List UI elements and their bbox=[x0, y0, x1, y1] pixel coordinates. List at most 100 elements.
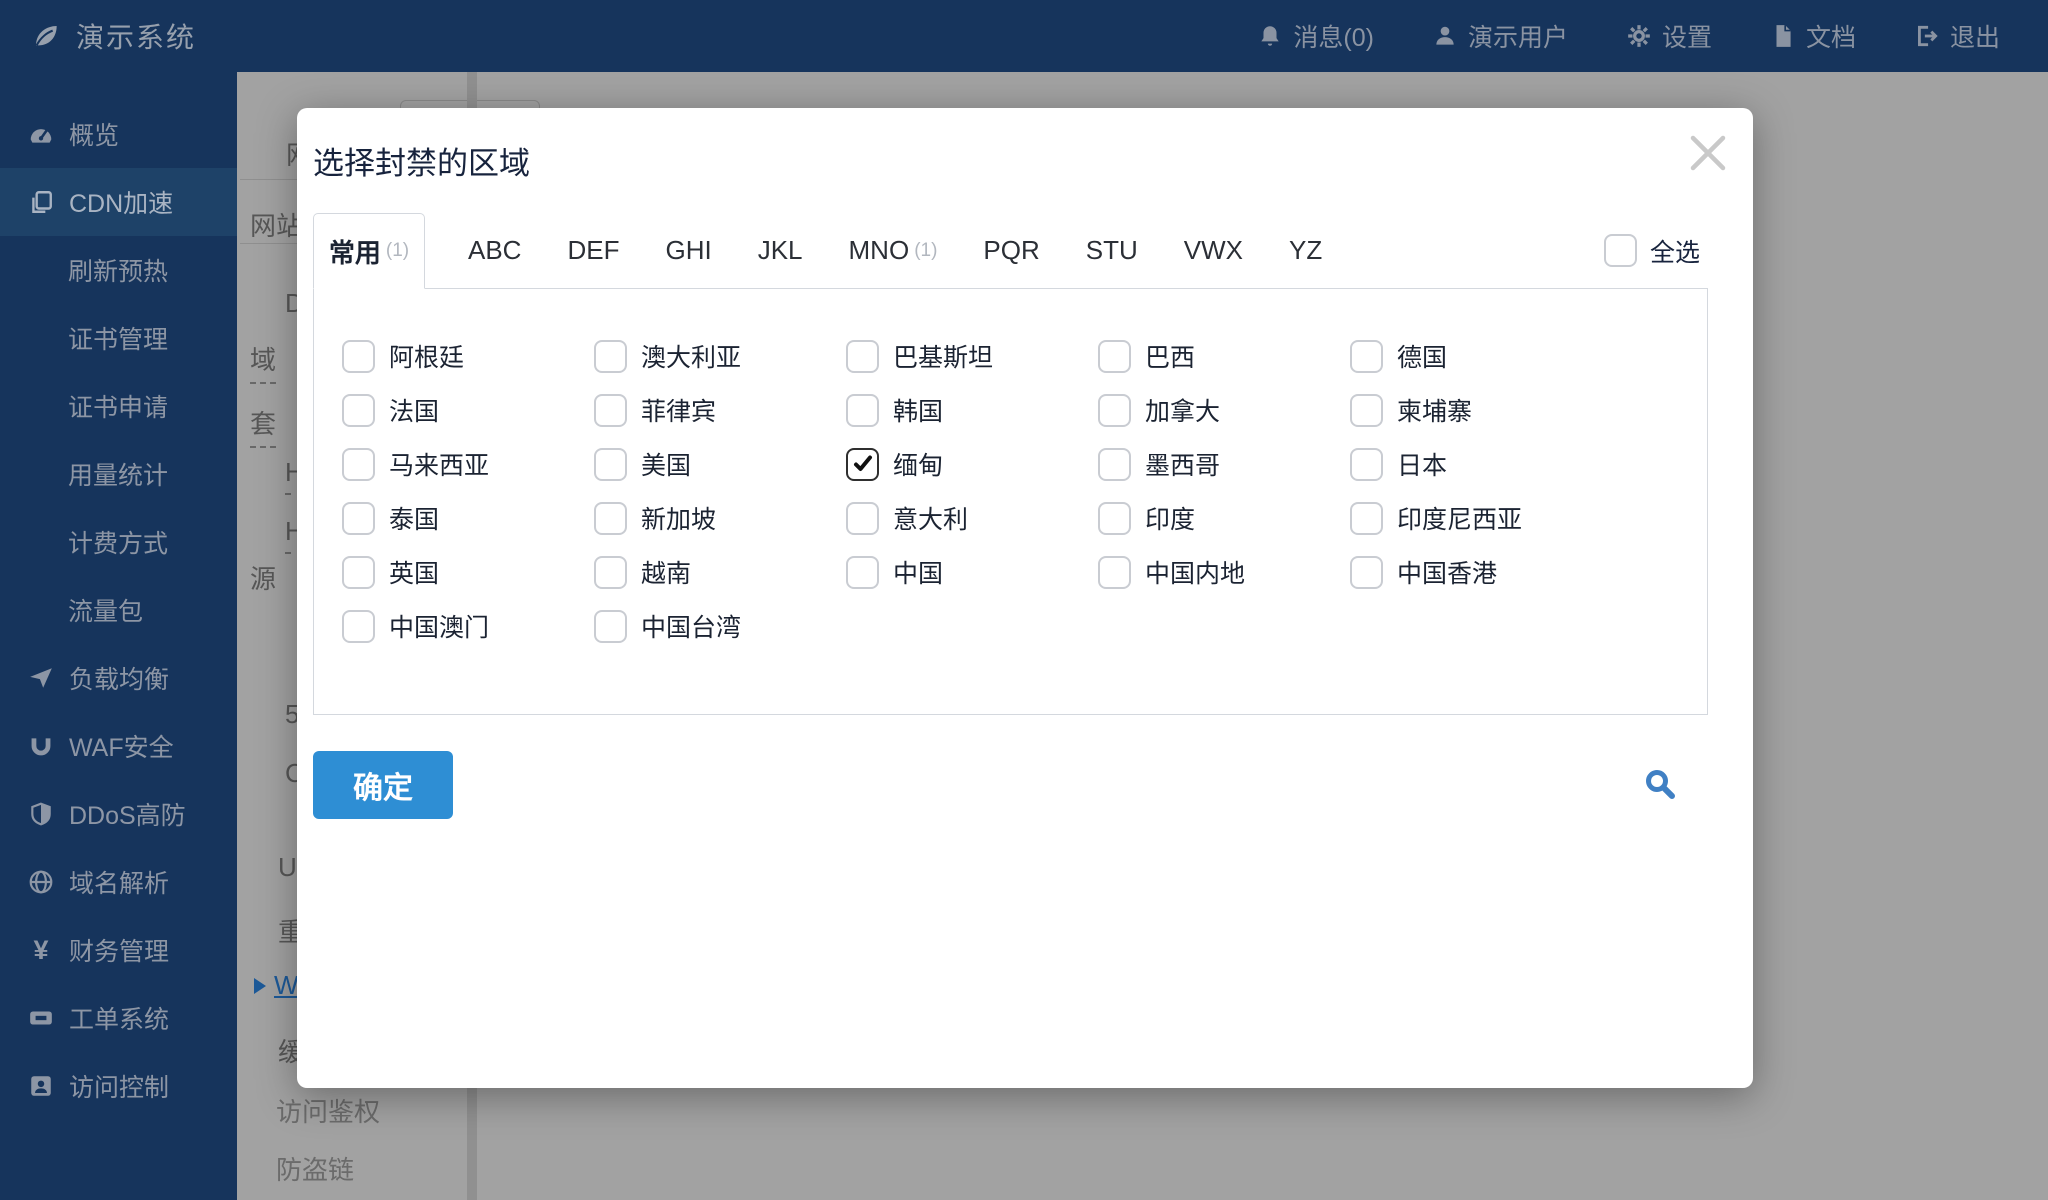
sidebar-item-traffic-package[interactable]: 流量包 bbox=[0, 576, 237, 644]
sidebar-item-overview[interactable]: 概览 bbox=[0, 100, 237, 168]
sidebar-item-billing-method[interactable]: 计费方式 bbox=[0, 508, 237, 576]
region-label: 巴基斯坦 bbox=[893, 338, 993, 374]
tab-abc[interactable]: ABC bbox=[445, 213, 544, 288]
region-label: 日本 bbox=[1397, 446, 1447, 482]
sidebar-item-label: WAF安全 bbox=[69, 728, 174, 764]
region-checkbox-uk[interactable]: 英国 bbox=[342, 554, 594, 590]
checkbox-icon bbox=[594, 556, 627, 589]
sidebar-item-label: DDoS高防 bbox=[69, 796, 186, 832]
tab-label: ABC bbox=[468, 235, 521, 266]
region-label: 澳大利亚 bbox=[641, 338, 741, 374]
region-checkbox-japan[interactable]: 日本 bbox=[1350, 446, 1602, 482]
sidebar-item-label: 域名解析 bbox=[69, 864, 169, 900]
sidebar-item-label: 计费方式 bbox=[68, 524, 168, 560]
region-label: 阿根廷 bbox=[389, 338, 464, 374]
plane-icon bbox=[28, 665, 54, 691]
region-checkbox-canada[interactable]: 加拿大 bbox=[1098, 392, 1350, 428]
brand-label: 演示系统 bbox=[76, 16, 196, 56]
region-label: 法国 bbox=[389, 392, 439, 428]
search-icon[interactable] bbox=[1642, 766, 1680, 804]
region-checkbox-germany[interactable]: 德国 bbox=[1350, 338, 1602, 374]
region-label: 印度尼西亚 bbox=[1397, 500, 1522, 536]
region-checkbox-myanmar[interactable]: 缅甸 bbox=[846, 446, 1098, 482]
close-icon[interactable] bbox=[1683, 128, 1733, 178]
region-checkbox-indonesia[interactable]: 印度尼西亚 bbox=[1350, 500, 1602, 536]
tab-common[interactable]: 常用(1) bbox=[313, 213, 425, 289]
nav-item-user[interactable]: 演示用户 bbox=[1432, 18, 1568, 54]
confirm-button[interactable]: 确定 bbox=[313, 751, 453, 819]
tab-stu[interactable]: STU bbox=[1063, 213, 1161, 288]
sidebar-item-dns-resolution[interactable]: 域名解析 bbox=[0, 848, 237, 916]
nav-item-logout[interactable]: 退出 bbox=[1914, 18, 2000, 54]
tab-label: DEF bbox=[567, 235, 619, 266]
checkbox-icon bbox=[846, 502, 879, 535]
shield-icon bbox=[28, 801, 54, 827]
sidebar-item-load-balancing[interactable]: 负载均衡 bbox=[0, 644, 237, 712]
region-checkbox-macau[interactable]: 中国澳门 bbox=[342, 608, 594, 644]
region-checkbox-india[interactable]: 印度 bbox=[1098, 500, 1350, 536]
region-checkbox-mexico[interactable]: 墨西哥 bbox=[1098, 446, 1350, 482]
region-checkbox-vietnam[interactable]: 越南 bbox=[594, 554, 846, 590]
sidebar-item-cert-apply[interactable]: 证书申请 bbox=[0, 372, 237, 440]
region-checkbox-thailand[interactable]: 泰国 bbox=[342, 500, 594, 536]
globe-icon bbox=[28, 869, 54, 895]
region-label: 英国 bbox=[389, 554, 439, 590]
checked-checkbox-icon bbox=[846, 448, 879, 481]
region-checkbox-taiwan[interactable]: 中国台湾 bbox=[594, 608, 846, 644]
region-tabs: 常用(1) ABC DEF GHIJKLMNO(1)PQR STU VWX YZ 全选 bbox=[313, 213, 1708, 288]
checkbox-icon bbox=[1604, 234, 1637, 267]
gear-icon bbox=[1626, 23, 1652, 49]
region-checkbox-china-mainland[interactable]: 中国内地 bbox=[1098, 554, 1350, 590]
tab-ghi[interactable]: GHI bbox=[642, 213, 734, 288]
region-checkbox-singapore[interactable]: 新加坡 bbox=[594, 500, 846, 536]
region-label: 中国内地 bbox=[1145, 554, 1245, 590]
checkbox-icon bbox=[1350, 448, 1383, 481]
region-checkbox-malaysia[interactable]: 马来西亚 bbox=[342, 446, 594, 482]
sidebar-item-waf-security[interactable]: WAF安全 bbox=[0, 712, 237, 780]
tab-vwx[interactable]: VWX bbox=[1161, 213, 1266, 288]
sidebar-item-refresh-preheat[interactable]: 刷新预热 bbox=[0, 236, 237, 304]
region-checkbox-philippines[interactable]: 菲律宾 bbox=[594, 392, 846, 428]
region-checkbox-south-korea[interactable]: 韩国 bbox=[846, 392, 1098, 428]
region-checkbox-hong-kong[interactable]: 中国香港 bbox=[1350, 554, 1602, 590]
nav-item-settings[interactable]: 设置 bbox=[1626, 18, 1712, 54]
region-checkbox-australia[interactable]: 澳大利亚 bbox=[594, 338, 846, 374]
region-checkbox-pakistan[interactable]: 巴基斯坦 bbox=[846, 338, 1098, 374]
tab-mno[interactable]: MNO(1) bbox=[826, 213, 961, 288]
tab-label: YZ bbox=[1289, 235, 1322, 266]
nav-item-docs[interactable]: 文档 bbox=[1770, 18, 1856, 54]
region-checkbox-cambodia[interactable]: 柬埔寨 bbox=[1350, 392, 1602, 428]
region-checkbox-argentina[interactable]: 阿根廷 bbox=[342, 338, 594, 374]
nav-item-label: 文档 bbox=[1806, 18, 1856, 54]
sidebar-item-ddos-protection[interactable]: DDoS高防 bbox=[0, 780, 237, 848]
region-label: 新加坡 bbox=[641, 500, 716, 536]
sidebar-item-label: 用量统计 bbox=[68, 456, 168, 492]
region-label: 加拿大 bbox=[1145, 392, 1220, 428]
checkbox-icon bbox=[1098, 556, 1131, 589]
sidebar-item-ticket-system[interactable]: 工单系统 bbox=[0, 984, 237, 1052]
tab-def[interactable]: DEF bbox=[544, 213, 642, 288]
checkbox-icon bbox=[1350, 556, 1383, 589]
checkbox-icon bbox=[594, 394, 627, 427]
tab-pqr[interactable]: PQR bbox=[960, 213, 1062, 288]
nav-item-messages[interactable]: 消息(0) bbox=[1257, 18, 1374, 54]
sidebar-item-cdn-acceleration[interactable]: CDN加速 bbox=[0, 168, 237, 236]
region-checkbox-france[interactable]: 法国 bbox=[342, 392, 594, 428]
tab-jkl[interactable]: JKL bbox=[735, 213, 826, 288]
sidebar-item-finance-management[interactable]: ¥财务管理 bbox=[0, 916, 237, 984]
brand[interactable]: 演示系统 bbox=[0, 16, 196, 56]
checkbox-icon bbox=[846, 340, 879, 373]
leaf-logo-icon bbox=[30, 20, 62, 52]
tab-label: STU bbox=[1086, 235, 1138, 266]
select-all-checkbox[interactable]: 全选 bbox=[1604, 213, 1708, 288]
checkbox-icon bbox=[846, 556, 879, 589]
region-checkbox-usa[interactable]: 美国 bbox=[594, 446, 846, 482]
sidebar-item-access-control[interactable]: 访问控制 bbox=[0, 1052, 237, 1120]
region-checkbox-italy[interactable]: 意大利 bbox=[846, 500, 1098, 536]
tab-yz[interactable]: YZ bbox=[1266, 213, 1345, 288]
sidebar-item-cert-management[interactable]: 证书管理 bbox=[0, 304, 237, 372]
region-checkbox-china[interactable]: 中国 bbox=[846, 554, 1098, 590]
region-checkbox-brazil[interactable]: 巴西 bbox=[1098, 338, 1350, 374]
sidebar-item-label: 财务管理 bbox=[69, 932, 169, 968]
sidebar-item-usage-stats[interactable]: 用量统计 bbox=[0, 440, 237, 508]
